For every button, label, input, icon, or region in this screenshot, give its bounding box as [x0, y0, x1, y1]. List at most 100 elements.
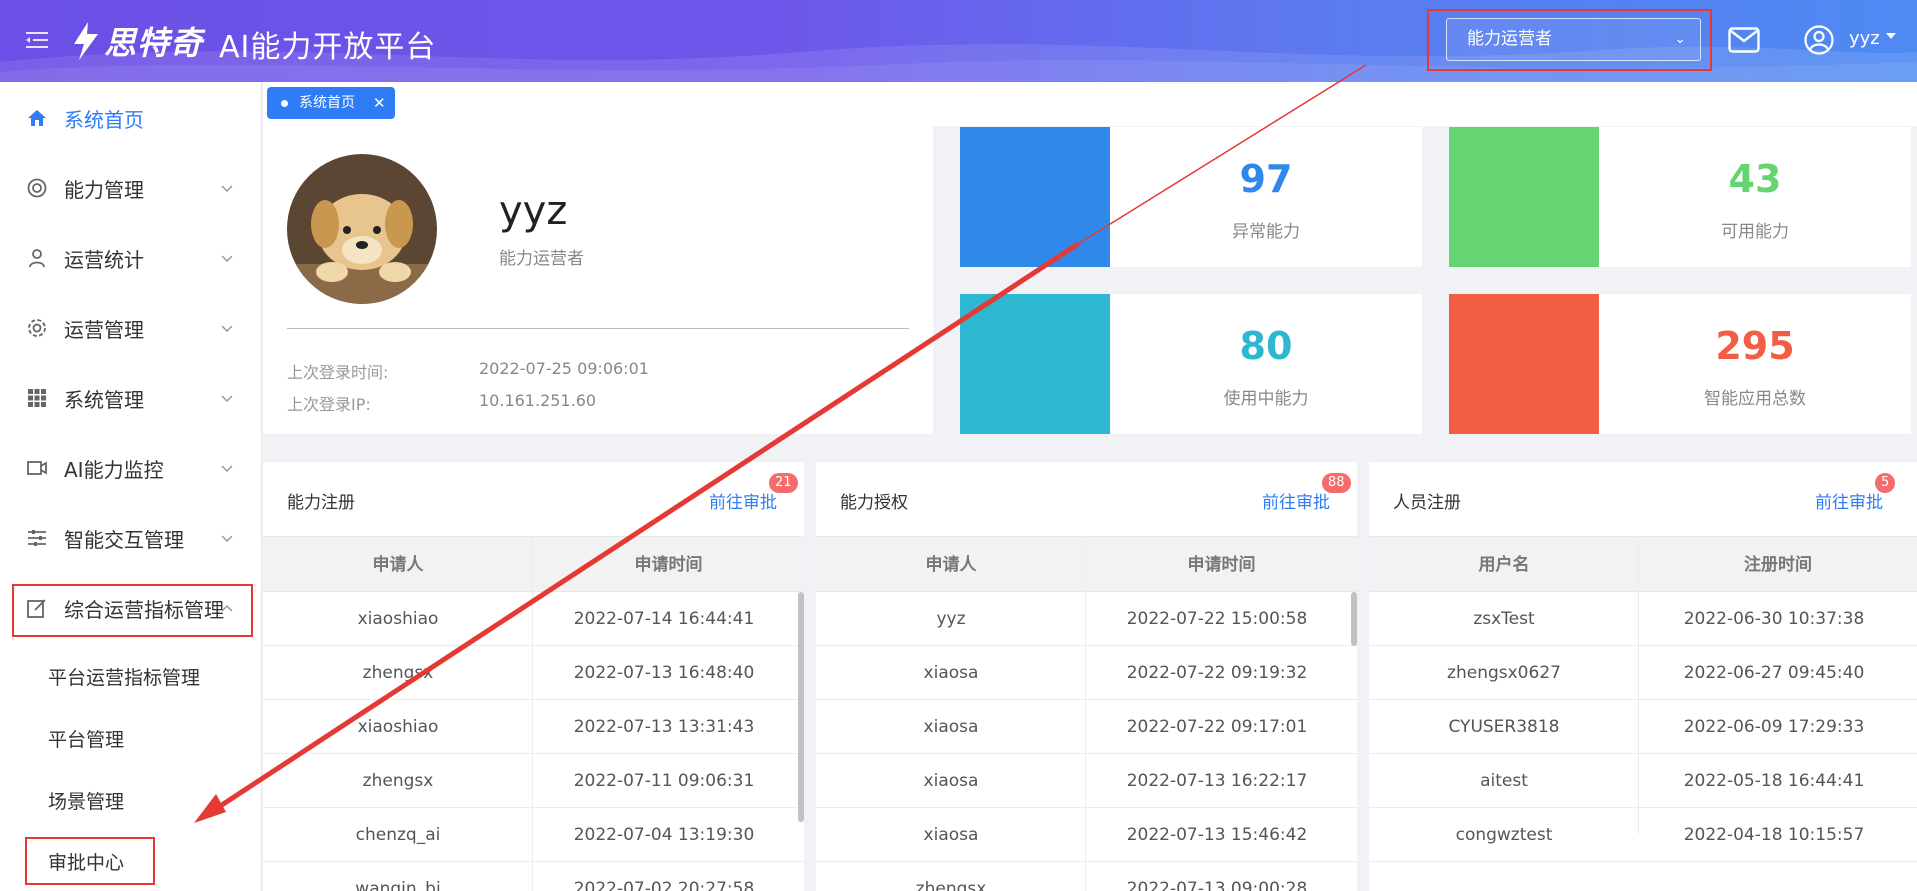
table-row[interactable]: xiaosa 2022-07-22 09:17:01: [816, 700, 1357, 754]
tab-bar: 系统首页 ✕: [263, 82, 1917, 126]
column-header: 申请人: [372, 555, 424, 575]
mail-icon[interactable]: [1728, 27, 1760, 53]
scrollbar[interactable]: [798, 592, 804, 822]
annotation-highlight-indicators: [12, 584, 253, 637]
chevron-down-icon: [221, 465, 233, 473]
sidebar-subitem-scenes[interactable]: 场景管理: [48, 787, 124, 814]
tab-home[interactable]: 系统首页 ✕: [267, 87, 395, 119]
table-header: 用户名 注册时间: [1369, 536, 1917, 592]
table-row[interactable]: zhengsx0627 2022-06-27 09:45:40: [1369, 646, 1917, 700]
table-cell: 2022-07-13 16:48:40: [573, 663, 755, 683]
table-row[interactable]: congwztest 2022-04-18 10:15:57: [1369, 808, 1917, 862]
role-select[interactable]: 能力运营者 ⌄: [1446, 18, 1701, 61]
table-cell: xiaosa: [923, 717, 979, 737]
sidebar-item-label: AI能力监控: [64, 457, 164, 482]
table-cell: aitest: [1480, 771, 1528, 791]
stat-color-block: [960, 294, 1110, 434]
sidebar-item-home[interactable]: 系统首页: [0, 88, 262, 148]
stat-value: 43: [1728, 157, 1782, 201]
table-cell: 2022-07-13 09:00:28: [1126, 879, 1308, 891]
table-row[interactable]: zsxTest 2022-06-30 10:37:38: [1369, 592, 1917, 646]
table-row[interactable]: wangjn_bj 2022-07-02 20:27:58: [263, 862, 804, 891]
column-header: 申请时间: [1187, 555, 1256, 575]
table-cell: 2022-06-30 10:37:38: [1683, 609, 1865, 629]
stat-label: 智能应用总数: [1704, 389, 1806, 409]
tab-label: 系统首页: [299, 95, 355, 111]
sidebar-item-system[interactable]: 系统管理: [0, 368, 262, 428]
sidebar-item-label: 智能交互管理: [64, 527, 184, 552]
table-cell: 2022-07-04 13:19:30: [573, 825, 755, 845]
goto-approval-link[interactable]: 前往审批: [1815, 488, 1883, 513]
sidebar-item-capability[interactable]: 能力管理: [0, 158, 262, 218]
count-badge: 21: [769, 473, 798, 493]
sidebar-subitem-platform-indicators[interactable]: 平台运营指标管理: [48, 663, 200, 690]
table-cell: wangjn_bj: [355, 879, 441, 891]
top-header: 思特奇 AI能力开放平台 能力运营者 ⌄ yyz: [0, 0, 1917, 82]
stat-card-abnormal[interactable]: 97 异常能力: [960, 127, 1422, 267]
goto-approval-link[interactable]: 前往审批: [1262, 488, 1330, 513]
table-cell: congwztest: [1455, 825, 1553, 845]
sidebar-item-ai-monitor[interactable]: AI能力监控: [0, 438, 262, 498]
table-row[interactable]: zhengsx 2022-07-11 09:06:31: [263, 754, 804, 808]
stat-color-block: [1449, 294, 1599, 434]
sidebar-subitem-platform[interactable]: 平台管理: [48, 725, 124, 752]
table-cell: xiaosa: [923, 771, 979, 791]
active-dot-icon: [281, 100, 288, 107]
ring-icon: [27, 178, 47, 198]
table-row[interactable]: zhengsx 2022-07-13 16:48:40: [263, 646, 804, 700]
table-cell: zhengsx: [362, 663, 434, 683]
table-row[interactable]: xiaosa 2022-07-22 09:19:32: [816, 646, 1357, 700]
close-icon[interactable]: ✕: [373, 87, 386, 119]
stat-label: 异常能力: [1232, 222, 1300, 242]
table-row[interactable]: xiaosa 2022-07-13 16:22:17: [816, 754, 1357, 808]
table-cell: 2022-07-02 20:27:58: [573, 879, 755, 891]
brand-logo[interactable]: 思特奇: [70, 18, 203, 64]
chevron-down-icon: [221, 535, 233, 543]
stat-value: 295: [1715, 324, 1795, 368]
table-row[interactable]: xiaoshiao 2022-07-13 13:31:43: [263, 700, 804, 754]
stat-color-block: [960, 127, 1110, 267]
table-cell: yyz: [936, 609, 966, 629]
column-header: 注册时间: [1744, 555, 1812, 575]
user-name[interactable]: yyz: [1849, 28, 1880, 49]
stat-card-available[interactable]: 43 可用能力: [1449, 127, 1911, 267]
table-cell: 2022-07-13 13:31:43: [573, 717, 755, 737]
camera-icon: [27, 461, 47, 475]
scrollbar[interactable]: [1351, 592, 1357, 646]
table-row[interactable]: zhengsx 2022-07-13 09:00:28: [816, 862, 1357, 891]
table-row[interactable]: xiaosa 2022-07-13 15:46:42: [816, 808, 1357, 862]
user-avatar-icon[interactable]: [1804, 25, 1834, 55]
table-row[interactable]: aitest 2022-05-18 16:44:41: [1369, 754, 1917, 808]
user-menu-caret-icon[interactable]: [1886, 33, 1896, 39]
stat-label: 使用中能力: [1223, 389, 1309, 409]
chevron-down-icon: ⌄: [1674, 31, 1686, 47]
stat-label: 可用能力: [1721, 222, 1789, 242]
table-cell: 2022-06-09 17:29:33: [1683, 717, 1865, 737]
sidebar-item-interaction[interactable]: 智能交互管理: [0, 508, 262, 568]
goto-approval-link[interactable]: 前往审批: [709, 488, 777, 513]
stat-card-total-apps[interactable]: 295 智能应用总数: [1449, 294, 1911, 434]
table-cell: zsxTest: [1473, 609, 1535, 629]
table-row[interactable]: chenzq_ai 2022-07-04 13:19:30: [263, 808, 804, 862]
lightning-logo-icon: [74, 22, 98, 60]
panel-capability-registration: 能力注册 前往审批 21 申请人 申请时间 xiaoshiao 2022-07-1…: [263, 462, 804, 891]
sidebar-item-label: 运营统计: [64, 247, 144, 272]
table-cell: 2022-07-11 09:06:31: [573, 771, 755, 791]
profile-card: yyz 能力运营者 上次登录时间: 2022-07-25 09:06:01 上次…: [263, 126, 933, 434]
sidebar-item-op-stats[interactable]: 运营统计: [0, 228, 262, 288]
table-cell: 2022-06-27 09:45:40: [1683, 663, 1865, 683]
sidebar-item-label: 运营管理: [64, 317, 144, 342]
table-row[interactable]: yyz 2022-07-22 15:00:58: [816, 592, 1357, 646]
table-row[interactable]: xiaoshiao 2022-07-14 16:44:41: [263, 592, 804, 646]
table-cell: xiaoshiao: [357, 717, 439, 737]
brand-name: 思特奇: [104, 24, 204, 62]
stat-card-in-use[interactable]: 80 使用中能力: [960, 294, 1422, 434]
sidebar-item-op-manage[interactable]: 运营管理: [0, 298, 262, 358]
table-row[interactable]: CYUSER3818 2022-06-09 17:29:33: [1369, 700, 1917, 754]
table-cell: 2022-07-13 16:22:17: [1126, 771, 1308, 791]
menu-toggle-icon[interactable]: [26, 30, 48, 50]
count-badge: 5: [1875, 473, 1896, 493]
panel-user-registration: 人员注册 前往审批 5 用户名 注册时间 zsxTest 2022-06-30 1…: [1369, 462, 1917, 891]
table-cell: zhengsx: [915, 879, 987, 891]
column-header: 申请时间: [634, 555, 703, 575]
